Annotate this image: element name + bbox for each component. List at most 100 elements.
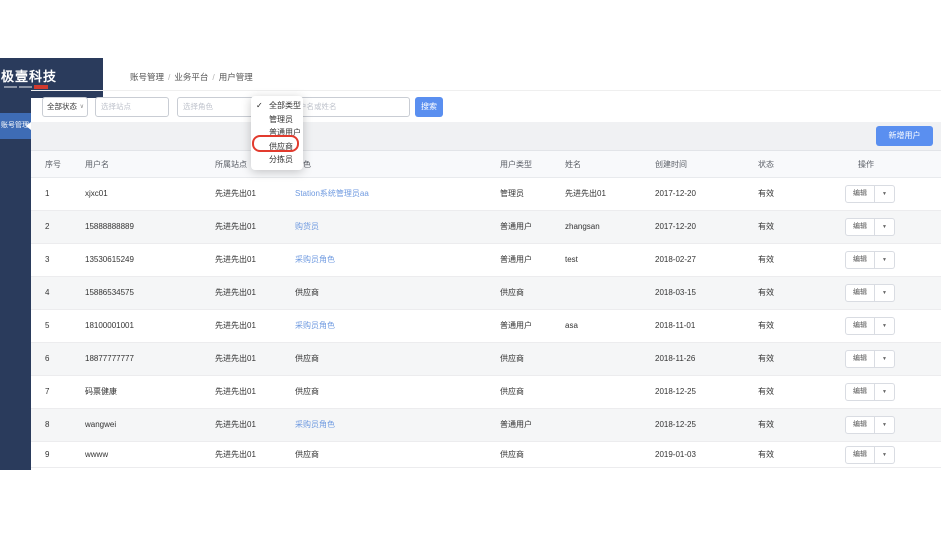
cell-site: 先进先出01 bbox=[215, 387, 256, 396]
cell-role[interactable]: 采购员角色 bbox=[295, 409, 335, 441]
cell-created: 2018-12-25 bbox=[655, 420, 696, 429]
edit-dropdown-button[interactable]: ▼ bbox=[875, 185, 895, 203]
cell-user-type: 管理员 bbox=[500, 189, 524, 198]
chevron-down-icon: ∨ bbox=[79, 104, 84, 110]
cell-username: 18100001001 bbox=[85, 321, 134, 330]
cell-created: 2018-12-25 bbox=[655, 387, 696, 396]
cell-status: 有效 bbox=[758, 189, 774, 198]
cell-created: 2018-02-27 bbox=[655, 255, 696, 264]
table-row: 2 15888888889 先进先出01 购货员 普通用户 zhangsan 2017-12… bbox=[31, 211, 941, 244]
cell-name: test bbox=[565, 255, 578, 264]
table-row: 7 码票健康 先进先出01 供应商 供应商 2018-12-25 有效 编辑 ▼ bbox=[31, 376, 941, 409]
cell-role[interactable]: 采购员角色 bbox=[295, 244, 335, 276]
cell-site: 先进先出01 bbox=[215, 288, 256, 297]
edit-dropdown-button[interactable]: ▼ bbox=[875, 350, 895, 368]
dropdown-option-全部类型[interactable]: ✓ 全部类型 bbox=[251, 99, 303, 113]
cell-user-type: 普通用户 bbox=[500, 255, 532, 264]
cell-name: zhangsan bbox=[565, 222, 600, 231]
cell-username: 13530615249 bbox=[85, 255, 134, 264]
status-select[interactable]: 全部状态 ∨ bbox=[42, 97, 88, 117]
table-row: 3 13530615249 先进先出01 采购员角色 普通用户 test 2018-02-2… bbox=[31, 244, 941, 277]
cell-seq: 6 bbox=[45, 354, 50, 363]
table-row: 1 xjxc01 先进先出01 Station系统管理员aa 管理员 先进先出01 2017… bbox=[31, 178, 941, 211]
row-actions: 编辑 ▼ bbox=[845, 317, 895, 335]
edit-button[interactable]: 编辑 bbox=[845, 416, 875, 434]
col-seq: 序号 bbox=[45, 160, 61, 169]
add-user-button[interactable]: 新增用户 bbox=[876, 126, 933, 146]
cell-site: 先进先出01 bbox=[215, 255, 256, 264]
table-body: 1 xjxc01 先进先出01 Station系统管理员aa 管理员 先进先出01 2017… bbox=[31, 178, 941, 468]
logo-tagline bbox=[4, 85, 48, 89]
edit-button[interactable]: 编辑 bbox=[845, 251, 875, 269]
row-actions: 编辑 ▼ bbox=[845, 446, 895, 464]
cell-role[interactable]: Station系统管理员aa bbox=[295, 178, 369, 210]
cell-site: 先进先出01 bbox=[215, 354, 256, 363]
cell-seq: 5 bbox=[45, 321, 50, 330]
row-actions: 编辑 ▼ bbox=[845, 218, 895, 236]
cell-status: 有效 bbox=[758, 288, 774, 297]
breadcrumb-separator: / bbox=[212, 72, 215, 82]
edit-dropdown-button[interactable]: ▼ bbox=[875, 383, 895, 401]
row-actions: 编辑 ▼ bbox=[845, 416, 895, 434]
edit-button[interactable]: 编辑 bbox=[845, 350, 875, 368]
cell-created: 2017-12-20 bbox=[655, 222, 696, 231]
check-icon: ✓ bbox=[256, 101, 263, 110]
table-row: 9 wwww 先进先出01 供应商 供应商 2019-01-03 有效 编辑 ▼ bbox=[31, 442, 941, 468]
cell-role: 供应商 bbox=[295, 354, 319, 363]
cell-role[interactable]: 采购员角色 bbox=[295, 310, 335, 342]
col-name: 姓名 bbox=[565, 160, 581, 169]
cell-seq: 2 bbox=[45, 222, 50, 231]
col-status: 状态 bbox=[758, 160, 774, 169]
edit-button[interactable]: 编辑 bbox=[845, 446, 875, 464]
col-created: 创建时间 bbox=[655, 160, 687, 169]
edit-button[interactable]: 编辑 bbox=[845, 317, 875, 335]
edit-button[interactable]: 编辑 bbox=[845, 218, 875, 236]
user-table: 序号 用户名 所属站点 角色 用户类型 姓名 创建时间 状态 操作 1 xjxc0… bbox=[31, 150, 941, 468]
edit-dropdown-button[interactable]: ▼ bbox=[875, 251, 895, 269]
cell-username: 15886534575 bbox=[85, 288, 134, 297]
cell-site: 先进先出01 bbox=[215, 420, 256, 429]
sidebar: 账号管理 bbox=[0, 98, 31, 470]
col-action: 操作 bbox=[858, 160, 874, 169]
cell-status: 有效 bbox=[758, 222, 774, 231]
edit-button[interactable]: 编辑 bbox=[845, 284, 875, 302]
cell-username: wwww bbox=[85, 450, 109, 459]
cell-seq: 4 bbox=[45, 288, 50, 297]
col-username: 用户名 bbox=[85, 160, 109, 169]
cell-site: 先进先出01 bbox=[215, 222, 256, 231]
cell-status: 有效 bbox=[758, 387, 774, 396]
cell-user-type: 供应商 bbox=[500, 387, 524, 396]
cell-user-type: 普通用户 bbox=[500, 222, 532, 231]
cell-username: 15888888889 bbox=[85, 222, 134, 231]
dropdown-option-分拣员[interactable]: 分拣员 bbox=[251, 153, 303, 167]
search-button[interactable]: 搜索 bbox=[415, 97, 443, 117]
breadcrumb-item-1[interactable]: 账号管理 bbox=[130, 72, 164, 82]
edit-button[interactable]: 编辑 bbox=[845, 185, 875, 203]
table-row: 5 18100001001 先进先出01 采购员角色 普通用户 asa 2018-11-01… bbox=[31, 310, 941, 343]
edit-dropdown-button[interactable]: ▼ bbox=[875, 317, 895, 335]
edit-dropdown-button[interactable]: ▼ bbox=[875, 446, 895, 464]
role-input[interactable]: 选择角色 bbox=[177, 97, 257, 117]
row-actions: 编辑 ▼ bbox=[845, 350, 895, 368]
edit-button[interactable]: 编辑 bbox=[845, 383, 875, 401]
breadcrumb-separator: / bbox=[168, 72, 171, 82]
cell-name: asa bbox=[565, 321, 578, 330]
edit-dropdown-button[interactable]: ▼ bbox=[875, 416, 895, 434]
dropdown-option-管理员[interactable]: 管理员 bbox=[251, 113, 303, 127]
cell-role[interactable]: 购货员 bbox=[295, 211, 319, 243]
cell-created: 2018-11-26 bbox=[655, 354, 696, 363]
breadcrumb-item-2[interactable]: 业务平台 bbox=[174, 72, 208, 82]
cell-user-type: 供应商 bbox=[500, 450, 524, 459]
cell-username: wangwei bbox=[85, 420, 117, 429]
cell-status: 有效 bbox=[758, 321, 774, 330]
edit-dropdown-button[interactable]: ▼ bbox=[875, 218, 895, 236]
edit-dropdown-button[interactable]: ▼ bbox=[875, 284, 895, 302]
breadcrumb-item-3[interactable]: 用户管理 bbox=[219, 72, 253, 82]
cell-seq: 1 bbox=[45, 189, 50, 198]
cell-user-type: 普通用户 bbox=[500, 420, 532, 429]
annotation-red-box bbox=[252, 135, 299, 152]
site-input[interactable]: 选择站点 bbox=[95, 97, 169, 117]
toolbar-band: 新增用户 bbox=[31, 122, 941, 150]
cell-status: 有效 bbox=[758, 255, 774, 264]
type-dropdown-menu: ✓ 全部类型 管理员 普通用户 供应商 分拣员 bbox=[251, 96, 303, 170]
